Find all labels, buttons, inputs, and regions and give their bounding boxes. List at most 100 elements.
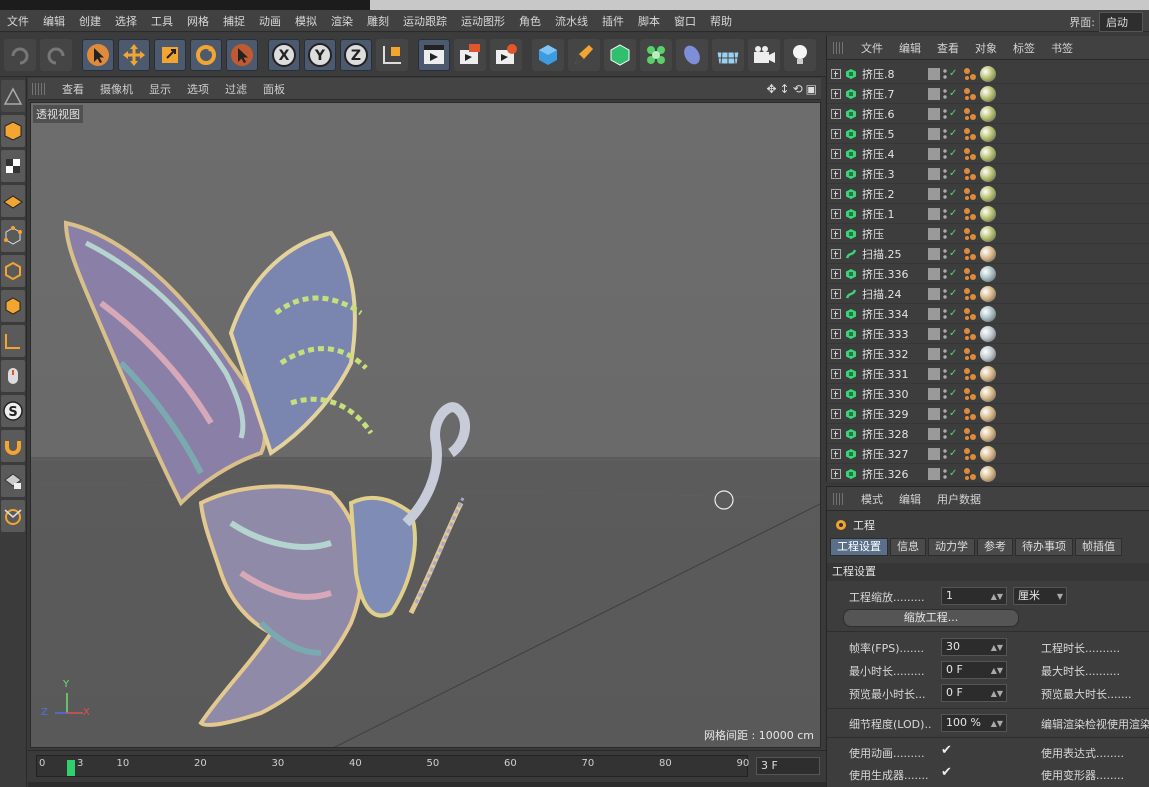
menu-item[interactable]: 选择: [108, 13, 144, 29]
phong-tag-icon[interactable]: [962, 66, 978, 82]
phong-tag-icon[interactable]: [962, 286, 978, 302]
object-row[interactable]: 挤压.334 ✓: [827, 304, 1149, 324]
layer-icon[interactable]: [928, 147, 940, 160]
layer-icon[interactable]: [928, 67, 940, 80]
object-row[interactable]: 挤压.2 ✓: [827, 184, 1149, 204]
panel-grip[interactable]: [833, 41, 845, 54]
cloner-icon[interactable]: [640, 38, 672, 71]
layer-icon[interactable]: [928, 327, 940, 340]
pan-icon[interactable]: ✥: [766, 82, 776, 96]
object-name[interactable]: 挤压: [862, 226, 926, 242]
phong-tag-icon[interactable]: [962, 246, 978, 262]
visibility-dots-icon[interactable]: [942, 367, 948, 380]
visibility-dots-icon[interactable]: [942, 67, 948, 80]
material-tag-icon[interactable]: [980, 405, 996, 422]
expand-toggle-icon[interactable]: [831, 368, 841, 379]
layer-icon[interactable]: [928, 387, 940, 400]
layer-icon[interactable]: [928, 467, 940, 480]
expand-toggle-icon[interactable]: [831, 128, 841, 139]
visibility-dots-icon[interactable]: [942, 147, 948, 160]
layer-icon[interactable]: [928, 187, 940, 200]
dolly-icon[interactable]: ↕: [780, 82, 790, 96]
material-tag-icon[interactable]: [980, 225, 996, 242]
use-generator-checkbox[interactable]: ✔: [941, 765, 952, 780]
viewport-menu-item[interactable]: 显示: [141, 81, 179, 97]
object-mode-icon[interactable]: [1, 115, 25, 147]
object-row[interactable]: 挤压.327 ✓: [827, 444, 1149, 464]
ik-tool-icon[interactable]: [1, 500, 25, 532]
expand-toggle-icon[interactable]: [831, 408, 841, 419]
material-tag-icon[interactable]: [980, 305, 996, 322]
expand-toggle-icon[interactable]: [831, 168, 841, 179]
attr-tab[interactable]: 动力学: [928, 538, 975, 556]
visibility-dots-icon[interactable]: [942, 267, 948, 280]
enabled-check-icon[interactable]: ✓: [949, 208, 959, 219]
layer-icon[interactable]: [928, 307, 940, 320]
phong-tag-icon[interactable]: [962, 206, 978, 222]
enabled-check-icon[interactable]: ✓: [949, 228, 959, 239]
object-row[interactable]: 挤压.4 ✓: [827, 144, 1149, 164]
layer-icon[interactable]: [928, 207, 940, 220]
material-tag-icon[interactable]: [980, 105, 996, 122]
x-axis-icon[interactable]: X: [268, 38, 300, 71]
min-time-field[interactable]: 0 F ▲▼: [941, 661, 1007, 679]
object-row[interactable]: 挤压.329 ✓: [827, 404, 1149, 424]
model-mode-icon[interactable]: [1, 80, 25, 112]
material-tag-icon[interactable]: [980, 385, 996, 402]
layer-icon[interactable]: [928, 407, 940, 420]
menu-item[interactable]: 运动图形: [454, 13, 512, 29]
preview-min-field[interactable]: 0 F ▲▼: [941, 684, 1007, 702]
lod-field[interactable]: 100 % ▲▼: [941, 714, 1007, 732]
expand-toggle-icon[interactable]: [831, 328, 841, 339]
expand-toggle-icon[interactable]: [831, 208, 841, 219]
expand-toggle-icon[interactable]: [831, 268, 841, 279]
magnet-icon[interactable]: [1, 430, 25, 462]
enabled-check-icon[interactable]: ✓: [949, 148, 959, 159]
object-name[interactable]: 挤压.334: [862, 306, 926, 322]
object-row[interactable]: 挤压.5 ✓: [827, 124, 1149, 144]
material-tag-icon[interactable]: [980, 145, 996, 162]
attribute-menu-item[interactable]: 编辑: [891, 491, 929, 507]
object-manager-menu-item[interactable]: 书签: [1043, 40, 1081, 56]
menu-item[interactable]: 模拟: [288, 13, 324, 29]
material-tag-icon[interactable]: [980, 165, 996, 182]
menu-item[interactable]: 角色: [512, 13, 548, 29]
visibility-dots-icon[interactable]: [942, 327, 948, 340]
expand-toggle-icon[interactable]: [831, 88, 841, 99]
phong-tag-icon[interactable]: [962, 426, 978, 442]
phong-tag-icon[interactable]: [962, 366, 978, 382]
phong-tag-icon[interactable]: [962, 446, 978, 462]
enabled-check-icon[interactable]: ✓: [949, 468, 959, 479]
object-name[interactable]: 挤压.330: [862, 386, 926, 402]
select-arrow-icon[interactable]: [82, 38, 114, 71]
expand-toggle-icon[interactable]: [831, 288, 841, 299]
object-name[interactable]: 挤压.332: [862, 346, 926, 362]
phong-tag-icon[interactable]: [962, 166, 978, 182]
world-coord-icon[interactable]: [376, 38, 408, 71]
floor-icon[interactable]: [712, 38, 744, 71]
render-settings-icon[interactable]: [490, 38, 522, 71]
redo-icon[interactable]: [40, 38, 72, 71]
enabled-check-icon[interactable]: ✓: [949, 268, 959, 279]
viewport-menu-item[interactable]: 查看: [54, 81, 92, 97]
phong-tag-icon[interactable]: [962, 346, 978, 362]
object-row[interactable]: 挤压 ✓: [827, 224, 1149, 244]
object-row[interactable]: 挤压.332 ✓: [827, 344, 1149, 364]
phong-tag-icon[interactable]: [962, 326, 978, 342]
viewport-menu-item[interactable]: 选项: [179, 81, 217, 97]
visibility-dots-icon[interactable]: [942, 207, 948, 220]
expand-toggle-icon[interactable]: [831, 448, 841, 459]
phong-tag-icon[interactable]: [962, 466, 978, 482]
visibility-dots-icon[interactable]: [942, 447, 948, 460]
enabled-check-icon[interactable]: ✓: [949, 88, 959, 99]
object-row[interactable]: 挤压.1 ✓: [827, 204, 1149, 224]
layer-icon[interactable]: [928, 227, 940, 240]
fps-field[interactable]: 30 ▲▼: [941, 638, 1007, 656]
material-tag-icon[interactable]: [980, 245, 996, 262]
z-axis-icon[interactable]: Z: [340, 38, 372, 71]
scale-project-button[interactable]: 缩放工程...: [843, 609, 1019, 627]
render-picture-viewer-icon[interactable]: [454, 38, 486, 71]
timeline-track[interactable]: 3 0 10 20 30 40 50 60 70 80 90: [36, 755, 749, 777]
layer-icon[interactable]: [928, 267, 940, 280]
unit-select[interactable]: 厘米 ▼: [1013, 587, 1067, 605]
